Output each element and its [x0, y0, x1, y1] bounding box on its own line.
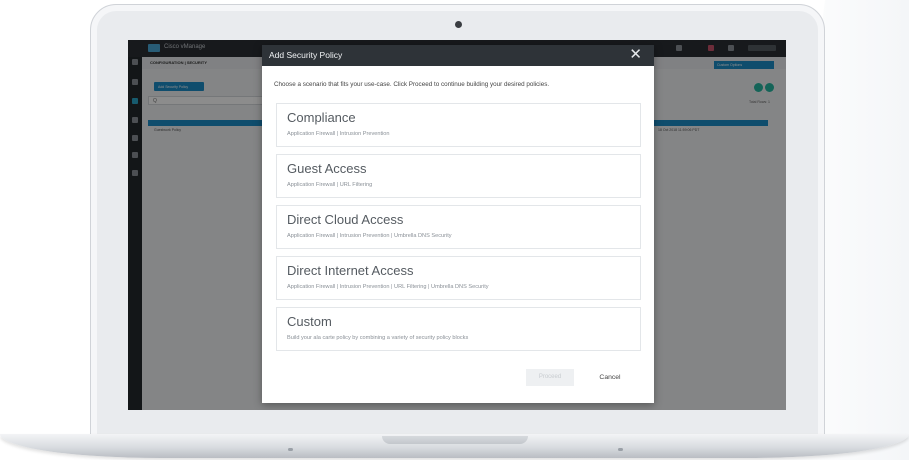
scenario-title: Guest Access: [287, 161, 367, 176]
scenario-subtitle: Application Firewall | Intrusion Prevent…: [287, 233, 452, 239]
scenario-title: Direct Cloud Access: [287, 212, 404, 227]
scenario-subtitle: Build your ala carte policy by combining…: [287, 335, 469, 341]
scenario-subtitle: Application Firewall | Intrusion Prevent…: [287, 131, 390, 137]
scenario-card-direct-internet-access[interactable]: Direct Internet Access Application Firew…: [276, 256, 641, 300]
scenario-card-guest-access[interactable]: Guest Access Application Firewall | URL …: [276, 154, 641, 198]
modal-header: Add Security Policy ✕: [262, 45, 654, 66]
proceed-button[interactable]: Proceed: [526, 369, 574, 386]
scenario-card-custom[interactable]: Custom Build your ala carte policy by co…: [276, 307, 641, 351]
scenario-card-compliance[interactable]: Compliance Application Firewall | Intrus…: [276, 103, 641, 147]
scenario-title: Compliance: [287, 110, 356, 125]
modal-title: Add Security Policy: [269, 50, 343, 60]
cancel-button[interactable]: Cancel: [590, 369, 630, 386]
scenario-card-direct-cloud-access[interactable]: Direct Cloud Access Application Firewall…: [276, 205, 641, 249]
add-security-policy-modal: Add Security Policy ✕ Choose a scenario …: [262, 45, 654, 403]
laptop-foot-left: [288, 448, 293, 451]
scenario-title: Direct Internet Access: [287, 263, 414, 278]
scenario-subtitle: Application Firewall | URL Filtering: [287, 182, 373, 188]
close-icon[interactable]: ✕: [629, 47, 642, 63]
laptop-screen: Cisco vManage CONFIGURATION | SECURITY A…: [128, 40, 786, 410]
laptop-notch: [382, 436, 528, 444]
camera-icon: [455, 21, 462, 28]
scenario-subtitle: Application Firewall | Intrusion Prevent…: [287, 284, 489, 290]
laptop-foot-right: [618, 448, 623, 451]
scenario-title: Custom: [287, 314, 332, 329]
instructions-text: Choose a scenario that fits your use-cas…: [274, 81, 550, 88]
